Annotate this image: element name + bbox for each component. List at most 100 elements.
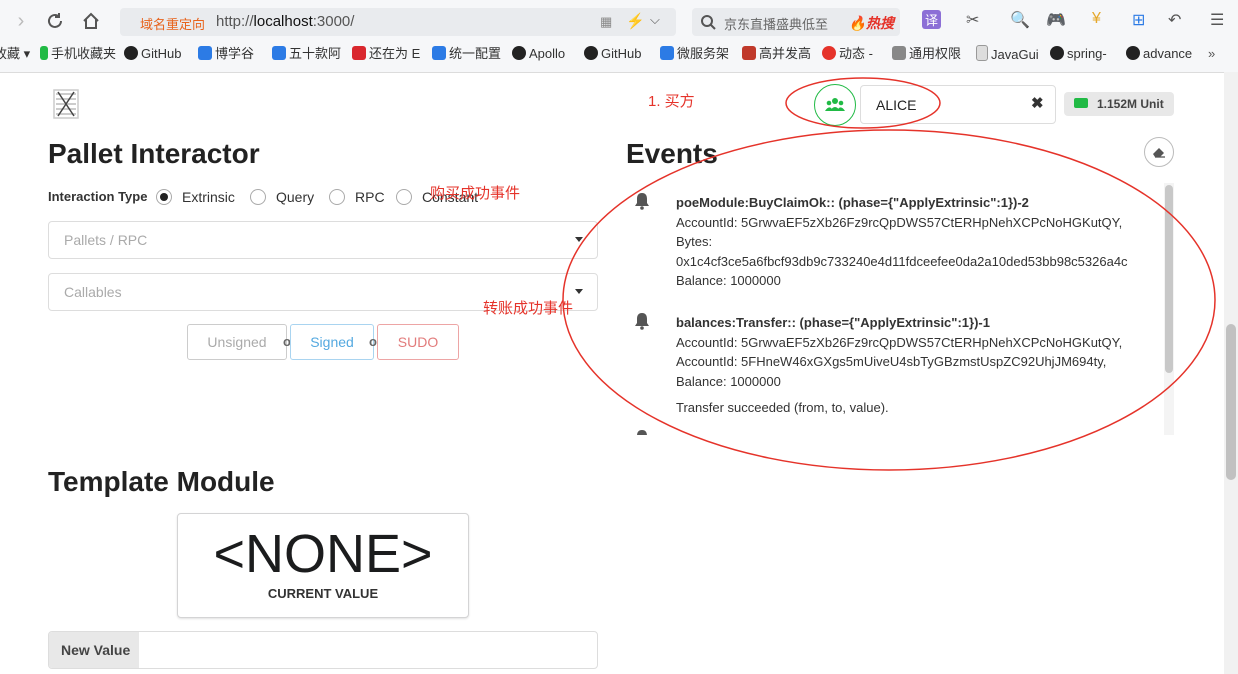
radio-rpc[interactable] — [329, 189, 345, 205]
clear-events-button[interactable] — [1144, 137, 1174, 167]
current-value-label: CURRENT VALUE — [267, 586, 379, 601]
bookmarks-bar: 收藏 ▾ 手机收藏夹 GitHub 博学谷 五十款阿 还在为 E 统一配置 Ap… — [0, 44, 1238, 68]
radio-extrinsic-label[interactable]: Extrinsic — [182, 189, 235, 205]
bookmark-item[interactable]: 动态 - — [822, 45, 873, 63]
hot-search-badge[interactable]: 🔥热搜 — [849, 13, 894, 33]
browser-chrome: › 域名重定向 http://localhost:3000/ ▦ ⚡ ⌵ 京东直… — [0, 0, 1238, 73]
qr-icon[interactable]: ▦ — [600, 14, 612, 30]
gamepad-icon[interactable]: 🎮 — [1046, 10, 1066, 30]
event-line: 0x1c4cf3ce5a6fbcf93db9c733240e4d11fdceef… — [676, 253, 1128, 269]
new-value-field[interactable]: New Value — [48, 631, 598, 669]
unsigned-button[interactable]: Unsigned — [187, 324, 287, 360]
bookmark-item[interactable]: 通用权限 — [892, 45, 961, 63]
undo-icon[interactable]: ↶ — [1168, 10, 1181, 30]
search-bar[interactable]: 京东直播盛典低至 🔥热搜 — [692, 8, 900, 36]
bookmark-item[interactable]: 五十款阿 — [272, 45, 341, 63]
clear-icon[interactable]: ✖ — [1031, 94, 1044, 112]
sudo-button[interactable]: SUDO — [377, 324, 459, 360]
substrate-logo — [53, 89, 79, 119]
current-value-card: <NONE> CURRENT VALUE — [177, 513, 469, 618]
template-module-title: Template Module — [48, 466, 275, 497]
event-title: poeModule:BuyClaimOk:: (phase={"ApplyExt… — [676, 195, 1029, 210]
bell-icon — [635, 193, 649, 210]
translate-icon[interactable]: 译 — [922, 10, 942, 29]
eraser-icon — [1153, 148, 1165, 158]
radio-constant[interactable] — [396, 189, 412, 205]
event-description: Transfer succeeded (from, to, value). — [676, 400, 889, 415]
more-bookmarks-icon[interactable]: » — [1208, 45, 1215, 63]
bookmark-item[interactable]: 高并发高 — [742, 45, 811, 63]
event-line: Balance: 1000000 — [676, 373, 781, 389]
home-icon[interactable] — [78, 8, 104, 34]
events-scrollbar-thumb[interactable] — [1165, 185, 1173, 373]
redirect-label: 域名重定向 — [140, 17, 206, 32]
event-line: AccountId: 5GrwvaEF5zXb26Fz9rcQpDWS57CtE… — [676, 334, 1123, 350]
event-line: AccountId: 5FHneW46xGXgs5mUiveU4sbTyGBzm… — [676, 354, 1107, 369]
bookmark-item[interactable]: 还在为 E — [352, 45, 420, 63]
bookmark-item[interactable]: 博学谷 — [198, 45, 254, 63]
dropdown-caret-icon — [575, 289, 583, 294]
event-item: poeModule:BuyClaimOk:: (phase={"ApplyExt… — [676, 193, 1128, 291]
new-value-label: New Value — [61, 642, 131, 658]
event-item: balances:Transfer:: (phase={"ApplyExtrin… — [676, 313, 1122, 418]
search-text: 京东直播盛典低至 — [724, 17, 829, 32]
bookmark-item[interactable]: GitHub — [584, 45, 641, 63]
address-bar[interactable]: 域名重定向 http://localhost:3000/ ▦ ⚡ ⌵ — [120, 8, 676, 36]
annotation-buyer: 1. 买方 — [648, 93, 695, 110]
bookmark-item[interactable]: spring- — [1050, 45, 1107, 63]
radio-rpc-label[interactable]: RPC — [355, 189, 385, 205]
scissors-icon[interactable]: ✂ — [966, 10, 979, 30]
balance-value: 1.152M Unit — [1097, 97, 1164, 111]
bookmark-item[interactable]: 统一配置 — [432, 45, 501, 63]
events-scrollbar[interactable] — [1164, 183, 1174, 435]
bell-icon — [635, 313, 649, 330]
account-select[interactable]: ALICE ✖ — [860, 85, 1056, 124]
pallets-rpc-dropdown[interactable]: Pallets / RPC — [48, 221, 598, 259]
forward-icon[interactable]: › — [8, 8, 34, 34]
pallet-interactor-title: Pallet Interactor — [48, 138, 260, 169]
url-text[interactable]: http://localhost:3000/ — [216, 13, 354, 30]
page-scrollbar-thumb[interactable] — [1226, 324, 1236, 480]
radio-query[interactable] — [250, 189, 266, 205]
pallets-rpc-placeholder: Pallets / RPC — [64, 232, 148, 248]
users-icon — [825, 98, 845, 111]
bookmark-item[interactable]: 微服务架 — [660, 45, 729, 63]
annotation-buy-event: 购买成功事件 — [430, 185, 521, 202]
events-feed: poeModule:BuyClaimOk:: (phase={"ApplyExt… — [626, 183, 1166, 435]
signed-button[interactable]: Signed — [290, 324, 374, 360]
interaction-type-label: Interaction Type — [48, 189, 148, 204]
event-line: Balance: 1000000 — [676, 273, 781, 288]
bookmark-item[interactable]: GitHub — [124, 45, 181, 63]
apps-icon[interactable]: ⊞ — [1132, 10, 1145, 30]
menu-icon[interactable]: ☰ — [1210, 10, 1224, 30]
bookmark-item[interactable]: advance — [1126, 45, 1192, 63]
browser-toolbar: › 域名重定向 http://localhost:3000/ ▦ ⚡ ⌵ 京东直… — [0, 0, 1238, 42]
lightning-icon[interactable]: ⚡ — [626, 12, 645, 30]
money-icon — [1074, 98, 1088, 108]
bookmark-item[interactable]: JavaGui — [976, 45, 1039, 63]
event-title: balances:Transfer:: (phase={"ApplyExtrin… — [676, 315, 990, 330]
current-value: <NONE> — [213, 524, 433, 584]
account-name: ALICE — [876, 97, 917, 113]
event-line: AccountId: 5GrwvaEF5zXb26Fz9rcQpDWS57CtE… — [676, 214, 1123, 230]
balance-label: 1.152M Unit — [1064, 92, 1174, 116]
dropdown-caret-icon — [575, 237, 583, 242]
new-value-label-box: New Value — [49, 632, 139, 668]
bookmark-item[interactable]: 手机收藏夹 — [40, 45, 116, 63]
reload-icon[interactable] — [42, 8, 68, 34]
event-line: Bytes: — [676, 234, 713, 249]
callables-placeholder: Callables — [64, 284, 122, 300]
chevron-down-icon[interactable]: ⌵ — [650, 12, 660, 28]
annotation-transfer-event: 转账成功事件 — [483, 300, 574, 317]
account-avatar-button[interactable] — [814, 84, 856, 126]
bell-icon — [637, 430, 647, 435]
magnifier-icon[interactable]: 🔍 — [1010, 10, 1030, 30]
search-icon — [701, 15, 716, 30]
bookmark-item[interactable]: Apollo — [512, 45, 565, 63]
bookmark-item[interactable]: 收藏 ▾ — [0, 45, 30, 63]
wallet-icon[interactable]: ¥ — [1092, 10, 1101, 28]
radio-extrinsic[interactable] — [156, 189, 172, 205]
events-title: Events — [626, 138, 718, 169]
page-scrollbar[interactable] — [1224, 72, 1238, 674]
radio-query-label[interactable]: Query — [276, 189, 314, 205]
